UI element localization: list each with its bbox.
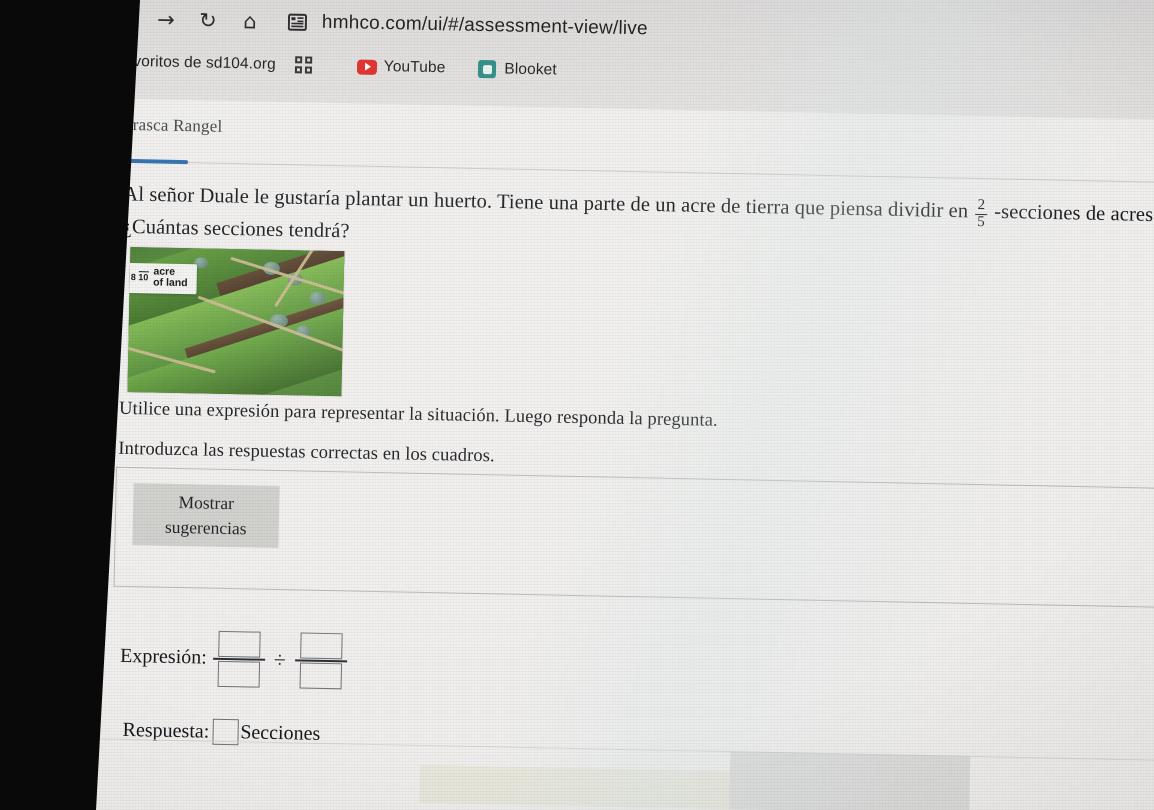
browser-window: ← → ↻ ⌂ hmhco.com/ui/#/assessment-view/l… bbox=[66, 0, 1154, 810]
expression-denominator-1-input[interactable] bbox=[217, 660, 260, 688]
header-divider bbox=[102, 160, 1154, 184]
fraction-numerator: 2 bbox=[977, 196, 986, 214]
home-icon[interactable]: ⌂ bbox=[229, 0, 272, 43]
bookmark-label: YouTube bbox=[383, 58, 446, 77]
site-info-icon[interactable] bbox=[287, 12, 309, 32]
forward-arrow-icon[interactable]: → bbox=[145, 0, 188, 41]
photographed-screen: ← → ↻ ⌂ hmhco.com/ui/#/assessment-view/l… bbox=[0, 0, 1154, 810]
student-name: Nubrasca Rangel bbox=[102, 114, 223, 136]
question-text-part1: Al señor Duale le gustaría plantar un hu… bbox=[123, 183, 969, 223]
callout-numerator: 8 bbox=[130, 271, 136, 282]
page-bottom-shade bbox=[419, 764, 730, 810]
callout-fraction: 8 10 bbox=[130, 270, 149, 283]
bookmark-apps[interactable] bbox=[288, 52, 328, 79]
bookmark-label: Favoritos de sd104.org bbox=[114, 52, 276, 73]
callout-line-2: of land bbox=[153, 276, 188, 290]
expression-fraction-1 bbox=[212, 630, 265, 688]
show-hints-line-2: sugerencias bbox=[164, 516, 247, 539]
show-hints-button[interactable]: Mostrar sugerencias bbox=[132, 483, 280, 549]
expression-numerator-2-input[interactable] bbox=[299, 632, 343, 660]
bookmark-favoritos[interactable]: Favoritos de sd104.org bbox=[82, 48, 282, 78]
division-operator: ÷ bbox=[273, 646, 287, 672]
expression-fraction-2 bbox=[294, 632, 347, 689]
blooket-icon bbox=[477, 59, 497, 79]
callout-text: acre of land bbox=[153, 265, 188, 290]
garden-photo: 8 10 acre of land bbox=[127, 246, 345, 397]
bookmark-label: Blooket bbox=[504, 60, 557, 79]
bookmark-youtube[interactable]: YouTube bbox=[351, 53, 452, 81]
youtube-icon bbox=[356, 57, 377, 75]
bookmark-blooket[interactable]: Blooket bbox=[471, 56, 563, 84]
acre-callout-label: 8 10 acre of land bbox=[127, 262, 198, 294]
instruction-line-2: Introduzca las respuestas correctas en l… bbox=[118, 438, 495, 467]
instruction-line-1: Utilice una expresión para representar l… bbox=[118, 398, 718, 431]
expression-row: Expresión: ÷ bbox=[120, 629, 348, 689]
page-bottom-divider bbox=[68, 737, 1154, 762]
expression-label: Expresión: bbox=[119, 645, 208, 669]
show-hints-line-1: Mostrar bbox=[178, 491, 235, 513]
garden-plant bbox=[309, 291, 326, 305]
reload-icon[interactable]: ↻ bbox=[187, 0, 230, 42]
back-arrow-icon[interactable]: ← bbox=[103, 0, 146, 40]
expression-numerator-1-input[interactable] bbox=[217, 630, 261, 658]
expression-denominator-2-input[interactable] bbox=[299, 662, 342, 689]
page-bottom-shade bbox=[729, 751, 971, 810]
address-bar-url[interactable]: hmhco.com/ui/#/assessment-view/live bbox=[322, 12, 648, 41]
fraction-denominator: 5 bbox=[975, 213, 987, 231]
assessment-page: Nubrasca Rangel Al señor Duale le gustar… bbox=[66, 97, 1154, 810]
callout-denominator: 10 bbox=[138, 270, 149, 283]
apps-grid-icon bbox=[294, 56, 314, 74]
folder-gear-icon bbox=[88, 52, 109, 71]
question-fraction: 2 5 bbox=[975, 196, 987, 231]
progress-indicator bbox=[102, 158, 189, 164]
